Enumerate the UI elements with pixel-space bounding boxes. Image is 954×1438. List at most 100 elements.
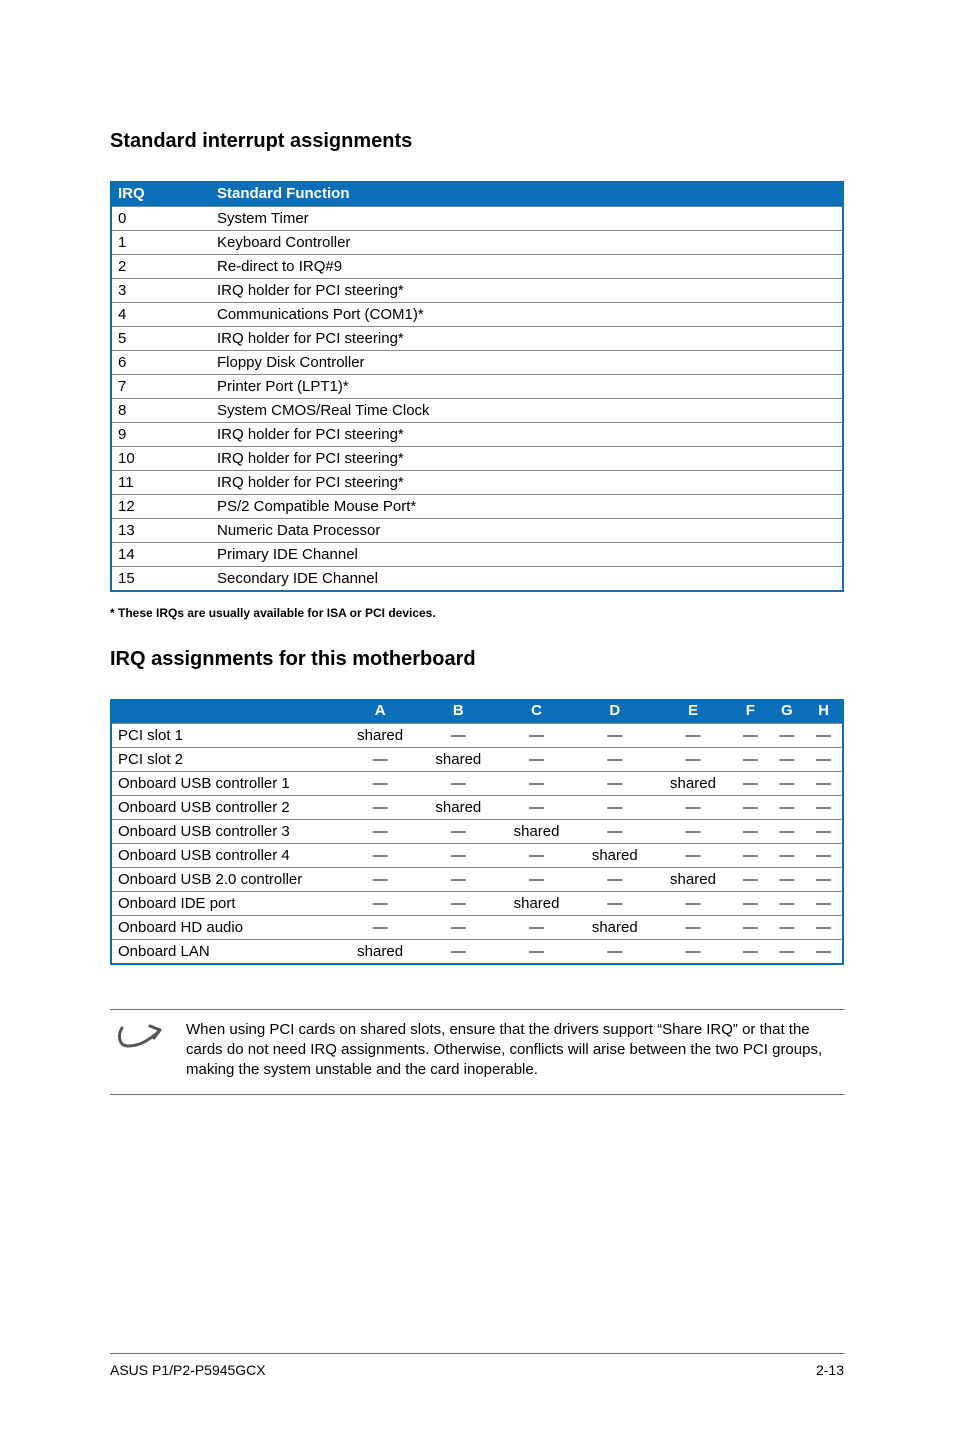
table-row: Onboard IDE port——shared————— xyxy=(111,891,843,915)
assign-cell: — xyxy=(497,843,575,867)
assign-cell: — xyxy=(769,747,805,771)
assign-table-corner xyxy=(111,699,341,723)
irq-cell: 5 xyxy=(111,327,211,351)
irq-cell: 14 xyxy=(111,543,211,567)
assign-cell: — xyxy=(497,723,575,747)
assign-cell: — xyxy=(497,795,575,819)
irq-cell: 7 xyxy=(111,375,211,399)
assign-table: ABCDEFGH PCI slot 1shared———————PCI slot… xyxy=(110,699,844,965)
func-cell: Re-direct to IRQ#9 xyxy=(211,255,843,279)
assign-cell: shared xyxy=(497,819,575,843)
assign-cell: — xyxy=(341,843,419,867)
irq-cell: 11 xyxy=(111,471,211,495)
table-row: Onboard USB controller 1————shared——— xyxy=(111,771,843,795)
assign-cell: — xyxy=(576,819,654,843)
assign-cell: — xyxy=(769,795,805,819)
irq-footnote: * These IRQs are usually available for I… xyxy=(110,606,844,620)
table-row: 11IRQ holder for PCI steering* xyxy=(111,471,843,495)
func-cell: IRQ holder for PCI steering* xyxy=(211,447,843,471)
table-row: 9IRQ holder for PCI steering* xyxy=(111,423,843,447)
assign-cell: — xyxy=(769,867,805,891)
note-box: When using PCI cards on shared slots, en… xyxy=(110,1009,844,1096)
page-footer: ASUS P1/P2-P5945GCX 2-13 xyxy=(110,1353,844,1378)
assign-cell: — xyxy=(341,771,419,795)
assign-cell: — xyxy=(654,939,732,964)
assign-cell: — xyxy=(732,915,768,939)
assign-cell: — xyxy=(341,891,419,915)
note-text: When using PCI cards on shared slots, en… xyxy=(186,1020,844,1081)
assign-cell: — xyxy=(805,915,843,939)
assign-cell: — xyxy=(732,723,768,747)
irq-cell: 12 xyxy=(111,495,211,519)
assign-cell: — xyxy=(769,891,805,915)
assign-cell: — xyxy=(497,771,575,795)
assign-cell: — xyxy=(769,819,805,843)
func-cell: IRQ holder for PCI steering* xyxy=(211,423,843,447)
assign-header: G xyxy=(769,699,805,723)
assign-cell: — xyxy=(805,819,843,843)
assign-cell: — xyxy=(576,867,654,891)
func-cell: Keyboard Controller xyxy=(211,231,843,255)
assign-row-label: Onboard IDE port xyxy=(111,891,341,915)
note-icon xyxy=(110,1020,162,1058)
assign-cell: — xyxy=(576,891,654,915)
assign-cell: — xyxy=(769,843,805,867)
assign-cell: — xyxy=(732,819,768,843)
table-row: 15Secondary IDE Channel xyxy=(111,567,843,592)
assign-cell: shared xyxy=(654,771,732,795)
table-row: 13Numeric Data Processor xyxy=(111,519,843,543)
table-row: 3IRQ holder for PCI steering* xyxy=(111,279,843,303)
assign-cell: — xyxy=(576,939,654,964)
assign-cell: — xyxy=(341,747,419,771)
assign-cell: — xyxy=(497,867,575,891)
assign-cell: — xyxy=(805,723,843,747)
func-cell: IRQ holder for PCI steering* xyxy=(211,279,843,303)
assign-cell: — xyxy=(654,819,732,843)
assign-cell: — xyxy=(769,723,805,747)
table-row: 7Printer Port (LPT1)* xyxy=(111,375,843,399)
assign-cell: — xyxy=(654,747,732,771)
assign-row-label: Onboard LAN xyxy=(111,939,341,964)
assign-cell: — xyxy=(769,771,805,795)
irq-table-header-func: Standard Function xyxy=(211,181,843,207)
table-row: PCI slot 2—shared—————— xyxy=(111,747,843,771)
assign-cell: — xyxy=(419,819,497,843)
func-cell: Printer Port (LPT1)* xyxy=(211,375,843,399)
func-cell: Communications Port (COM1)* xyxy=(211,303,843,327)
table-row: Onboard USB 2.0 controller————shared——— xyxy=(111,867,843,891)
assign-row-label: Onboard HD audio xyxy=(111,915,341,939)
table-row: 12PS/2 Compatible Mouse Port* xyxy=(111,495,843,519)
assign-cell: — xyxy=(497,939,575,964)
assign-cell: — xyxy=(419,723,497,747)
assign-cell: — xyxy=(419,939,497,964)
func-cell: IRQ holder for PCI steering* xyxy=(211,327,843,351)
assign-cell: — xyxy=(805,891,843,915)
assign-cell: — xyxy=(769,939,805,964)
assign-cell: — xyxy=(654,795,732,819)
assign-cell: shared xyxy=(576,915,654,939)
func-cell: PS/2 Compatible Mouse Port* xyxy=(211,495,843,519)
assign-cell: — xyxy=(419,867,497,891)
irq-cell: 4 xyxy=(111,303,211,327)
func-cell: Secondary IDE Channel xyxy=(211,567,843,592)
assign-cell: — xyxy=(732,939,768,964)
assign-cell: — xyxy=(497,747,575,771)
table-row: Onboard LANshared——————— xyxy=(111,939,843,964)
table-row: 5IRQ holder for PCI steering* xyxy=(111,327,843,351)
irq-cell: 9 xyxy=(111,423,211,447)
assign-cell: shared xyxy=(654,867,732,891)
footer-left: ASUS P1/P2-P5945GCX xyxy=(110,1362,266,1378)
func-cell: System CMOS/Real Time Clock xyxy=(211,399,843,423)
assign-cell: — xyxy=(732,843,768,867)
assign-cell: shared xyxy=(419,795,497,819)
assign-cell: — xyxy=(341,915,419,939)
assign-row-label: Onboard USB controller 1 xyxy=(111,771,341,795)
assign-cell: — xyxy=(805,843,843,867)
irq-table: IRQ Standard Function 0System Timer1Keyb… xyxy=(110,181,844,592)
assign-cell: — xyxy=(805,771,843,795)
table-row: 10IRQ holder for PCI steering* xyxy=(111,447,843,471)
table-row: 6Floppy Disk Controller xyxy=(111,351,843,375)
assign-header: B xyxy=(419,699,497,723)
irq-cell: 3 xyxy=(111,279,211,303)
assign-cell: — xyxy=(341,819,419,843)
